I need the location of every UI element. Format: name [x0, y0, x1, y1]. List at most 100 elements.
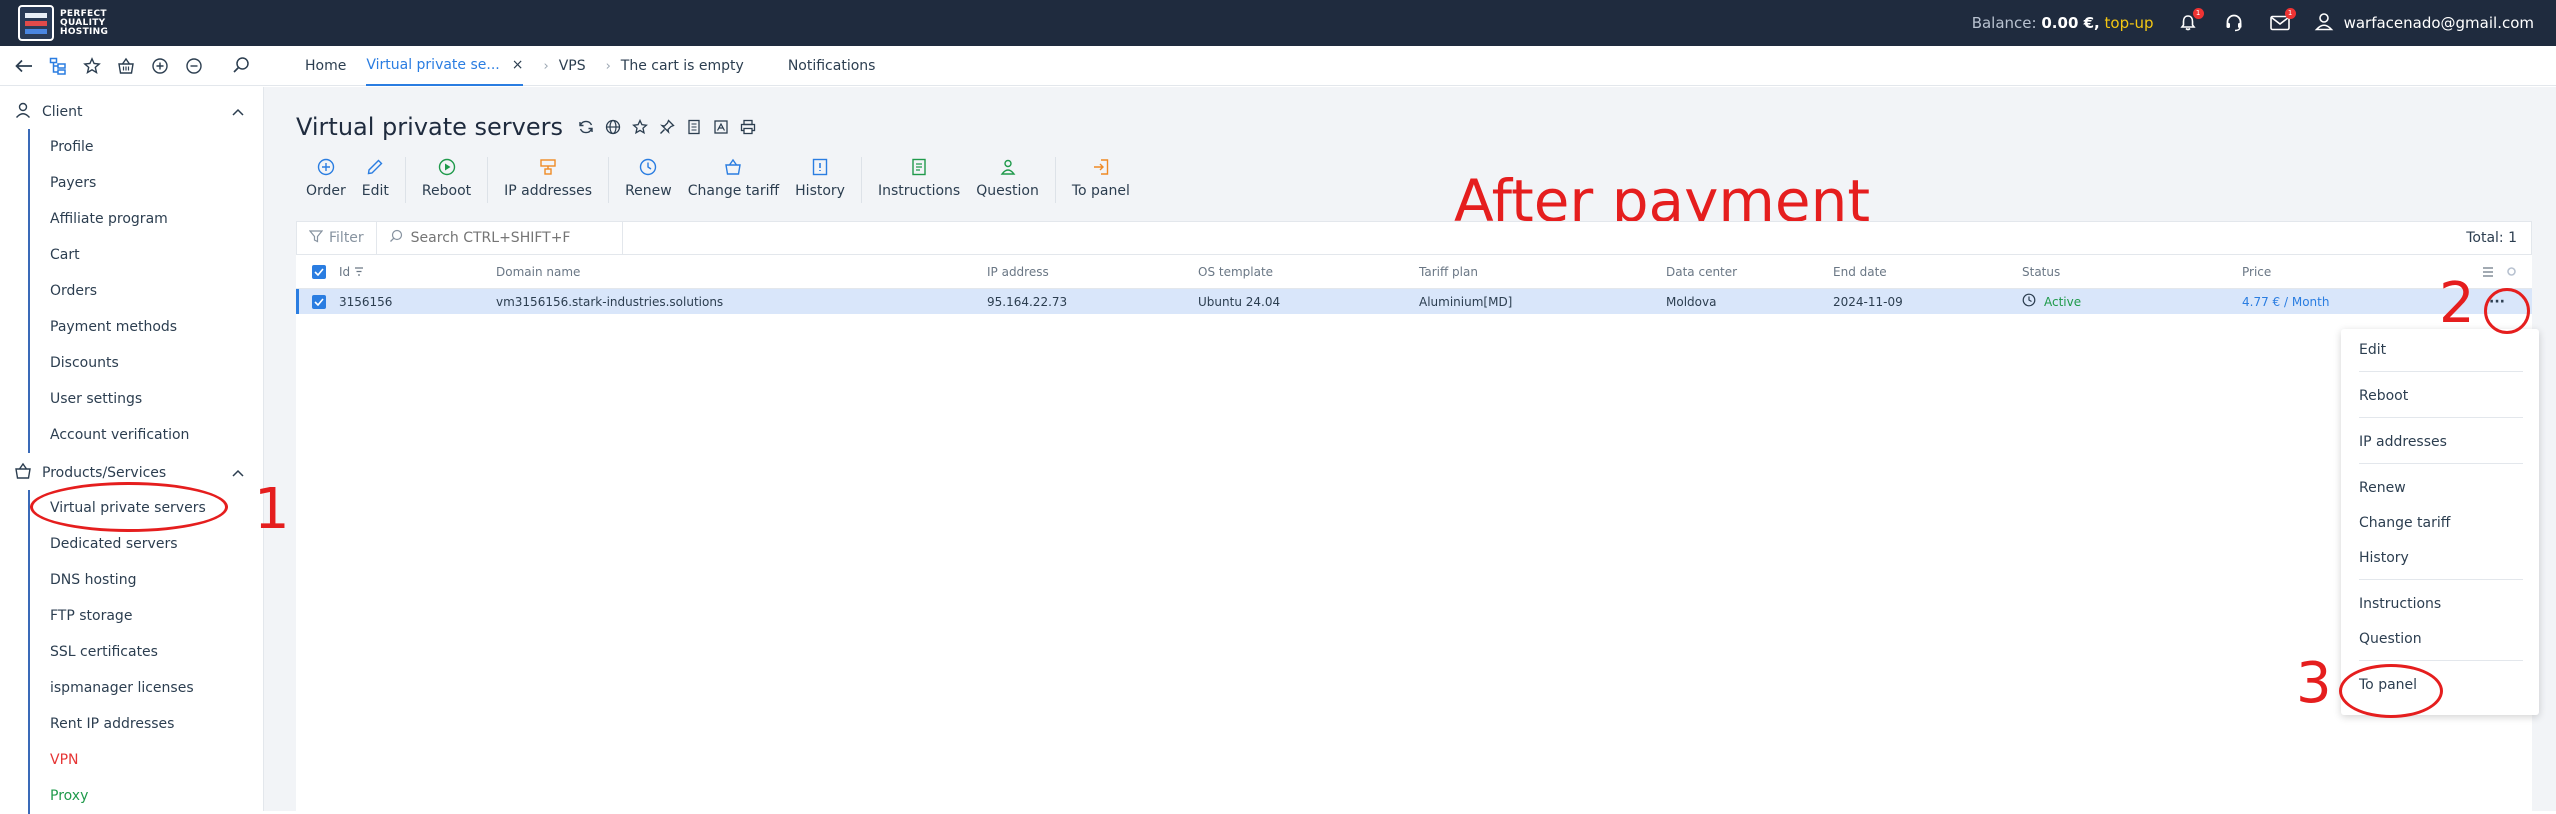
sidebar-item-discounts[interactable]: Discounts [30, 345, 189, 381]
back-arrow-icon[interactable] [14, 56, 34, 76]
print-icon[interactable] [739, 118, 757, 136]
sidebar-item-user-settings[interactable]: User settings [30, 381, 189, 417]
tab-home[interactable]: Home [305, 46, 346, 86]
topup-link[interactable]: top-up [2105, 14, 2154, 32]
header-end-date[interactable]: End date [1833, 255, 1887, 288]
to-panel-button[interactable]: To panel [1064, 157, 1138, 199]
ip-addresses-button[interactable]: IP addresses [496, 157, 600, 199]
tab-vps[interactable]: VPS [559, 46, 586, 86]
change-tariff-button[interactable]: Change tariff [680, 157, 787, 199]
chevron-right-icon: › [605, 58, 611, 74]
sidebar-item-orders[interactable]: Orders [30, 273, 189, 309]
mail-icon[interactable]: 1 [2268, 8, 2296, 35]
star-icon[interactable] [82, 56, 102, 76]
header-domain[interactable]: Domain name [496, 255, 580, 288]
tab-cart[interactable]: The cart is empty [621, 46, 744, 86]
mail-badge: 1 [2284, 8, 2296, 19]
tab-notifications[interactable]: Notifications [788, 46, 876, 86]
header-status[interactable]: Status [2022, 255, 2060, 288]
sidebar-item-ftp-storage[interactable]: FTP storage [30, 598, 206, 634]
sidebar-item-profile[interactable]: Profile [30, 129, 189, 165]
sort-icon [354, 265, 364, 279]
sidebar-item-ispmanager-licenses[interactable]: ispmanager licenses [30, 670, 206, 706]
menu-item-renew[interactable]: Renew [2359, 480, 2406, 496]
question-button[interactable]: Question [968, 157, 1047, 199]
user-menu[interactable]: warfacenado@gmail.com [2314, 11, 2534, 35]
support-headset-icon[interactable] [2222, 11, 2246, 35]
table-search[interactable] [377, 221, 623, 255]
row-checkbox[interactable] [312, 294, 326, 309]
menu-item-reboot[interactable]: Reboot [2359, 388, 2408, 404]
menu-item-change-tariff[interactable]: Change tariff [2359, 515, 2450, 531]
user-icon [2314, 11, 2334, 35]
annotation-oval-to-panel [2339, 664, 2443, 718]
table-row[interactable]: 3156156 vm3156156.stark-industries.solut… [296, 289, 2532, 314]
instructions-button[interactable]: Instructions [870, 157, 968, 199]
notifications-bell-icon[interactable]: 1 [2176, 8, 2204, 35]
pin-icon[interactable] [658, 118, 676, 136]
menu-divider [2359, 371, 2523, 372]
select-all-checkbox[interactable] [312, 264, 326, 279]
order-button[interactable]: Order [298, 157, 354, 199]
header-id[interactable]: Id [339, 255, 364, 288]
history-button[interactable]: History [787, 157, 853, 199]
edit-button[interactable]: Edit [354, 157, 397, 199]
products-nav-list: Virtual private servers Dedicated server… [28, 490, 206, 814]
chevron-up-icon[interactable] [232, 104, 244, 120]
sidebar-item-affiliate-program[interactable]: Affiliate program [30, 201, 189, 237]
header-os[interactable]: OS template [1198, 255, 1273, 288]
refresh-icon[interactable] [577, 118, 595, 136]
logo[interactable]: PERFECT QUALITY HOSTING [18, 5, 120, 41]
zoom-in-icon[interactable] [150, 56, 170, 76]
sidebar-item-vpn[interactable]: VPN [30, 742, 206, 778]
instructions-icon [909, 157, 929, 177]
export-icon[interactable] [712, 118, 730, 136]
header-datacenter[interactable]: Data center [1666, 255, 1737, 288]
menu-divider [2359, 463, 2523, 464]
sidebar-item-rent-ip-addresses[interactable]: Rent IP addresses [30, 706, 206, 742]
sidebar-item-account-verification[interactable]: Account verification [30, 417, 189, 453]
search-icon[interactable] [232, 56, 250, 78]
sidebar-item-payment-methods[interactable]: Payment methods [30, 309, 189, 345]
sidebar-section-products[interactable]: Products/Services [14, 462, 244, 484]
sidebar-item-payers[interactable]: Payers [30, 165, 189, 201]
settings-gear-icon[interactable] [2506, 255, 2517, 288]
tab-virtual-private-servers[interactable]: Virtual private se... × [366, 46, 524, 86]
renew-button[interactable]: Renew [617, 157, 680, 199]
header-label: Id [339, 264, 351, 279]
menu-item-instructions[interactable]: Instructions [2359, 596, 2441, 612]
reboot-button[interactable]: Reboot [414, 157, 479, 199]
globe-icon[interactable] [604, 118, 622, 136]
tool-label: History [795, 183, 845, 199]
tab-close-icon[interactable]: × [512, 57, 524, 73]
sidebar-section-label: Products/Services [42, 465, 167, 481]
header-price[interactable]: Price [2242, 255, 2271, 288]
people-icon [998, 157, 1018, 177]
sitemap-icon[interactable] [48, 56, 68, 76]
header-ip[interactable]: IP address [987, 255, 1049, 288]
columns-menu-icon[interactable] [2482, 255, 2494, 288]
sidebar-section-client[interactable]: Client [14, 101, 244, 123]
zoom-out-icon[interactable] [184, 56, 204, 76]
annotation-oval-more [2484, 288, 2530, 334]
status-label: Active [2044, 294, 2082, 309]
sidebar-item-proxy[interactable]: Proxy [30, 778, 206, 814]
basket-icon[interactable] [116, 56, 136, 76]
chevron-up-icon[interactable] [232, 465, 244, 481]
menu-item-ip-addresses[interactable]: IP addresses [2359, 434, 2447, 450]
menu-item-history[interactable]: History [2359, 550, 2409, 566]
page-title: Virtual private servers [296, 113, 564, 141]
sidebar-item-cart[interactable]: Cart [30, 237, 189, 273]
filter-button[interactable]: Filter [297, 221, 377, 255]
document-icon[interactable] [685, 118, 703, 136]
sidebar-item-ssl-certificates[interactable]: SSL certificates [30, 634, 206, 670]
favorite-star-icon[interactable] [631, 118, 649, 136]
sidebar-item-dns-hosting[interactable]: DNS hosting [30, 562, 206, 598]
header-tariff[interactable]: Tariff plan [1419, 255, 1478, 288]
menu-item-question[interactable]: Question [2359, 631, 2422, 647]
search-input[interactable] [410, 230, 610, 246]
cell-price: 4.77 € / Month [2242, 294, 2330, 309]
menu-item-edit[interactable]: Edit [2359, 342, 2386, 358]
table-header-row: Id Domain name IP address OS template Ta… [296, 255, 2532, 289]
total-count: Total: 1 [2466, 230, 2517, 246]
